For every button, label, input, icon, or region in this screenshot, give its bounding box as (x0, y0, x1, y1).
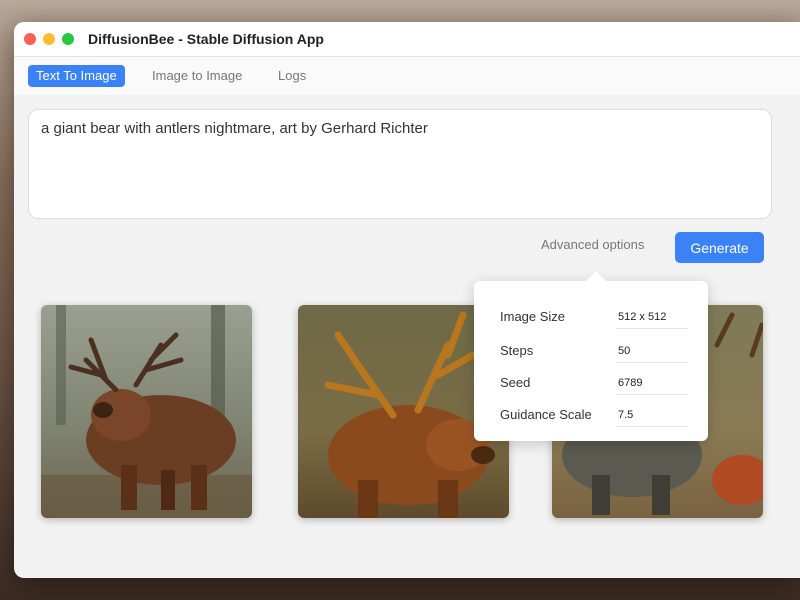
app-window: DiffusionBee - Stable Diffusion App Text… (14, 22, 800, 578)
seed-row: Seed 6789 (500, 372, 700, 396)
bear-antlers-image-1 (41, 305, 252, 518)
seed-input[interactable]: 6789 (616, 372, 688, 395)
tab-bar: Text To Image Image to Image Logs (14, 57, 800, 95)
steps-row: Steps 50 (500, 340, 700, 364)
prompt-input[interactable]: a giant bear with antlers nightmare, art… (28, 109, 772, 219)
steps-label: Steps (500, 343, 534, 358)
minimize-window-icon[interactable] (43, 33, 55, 45)
maximize-window-icon[interactable] (62, 33, 74, 45)
advanced-options-popover: Image Size 512 x 512 Steps 50 Seed 6789 … (474, 281, 708, 441)
title-bar: DiffusionBee - Stable Diffusion App (14, 22, 800, 57)
tab-image-to-image[interactable]: Image to Image (144, 65, 250, 87)
tab-text-to-image[interactable]: Text To Image (28, 65, 125, 87)
window-title: DiffusionBee - Stable Diffusion App (88, 31, 324, 47)
close-window-icon[interactable] (24, 33, 36, 45)
tab-logs[interactable]: Logs (270, 65, 314, 87)
image-size-label: Image Size (500, 309, 566, 324)
guidance-scale-label: Guidance Scale (500, 407, 592, 422)
seed-label: Seed (500, 375, 531, 390)
steps-input[interactable]: 50 (616, 340, 688, 363)
generate-button[interactable]: Generate (675, 232, 764, 263)
advanced-options-button[interactable]: Advanced options (541, 237, 644, 252)
image-size-select[interactable]: 512 x 512 (616, 306, 688, 329)
guidance-scale-input[interactable]: 7.5 (616, 404, 688, 427)
image-size-row: Image Size 512 x 512 (500, 306, 700, 330)
generated-image-1[interactable] (41, 305, 252, 518)
guidance-scale-row: Guidance Scale 7.5 (500, 404, 700, 428)
